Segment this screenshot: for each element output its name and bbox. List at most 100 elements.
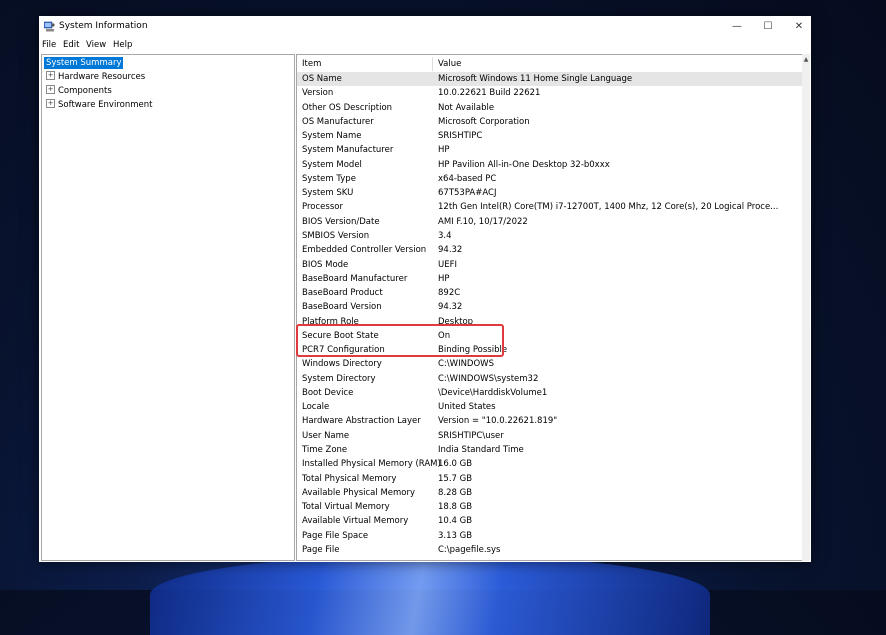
- table-row[interactable]: Processor 12th Gen Intel(R) Core(TM) i7-1…: [297, 200, 802, 214]
- row-value: C:\WINDOWS\system32: [438, 373, 539, 384]
- row-item: Page File Space: [302, 530, 369, 541]
- row-value: AMI F.10, 10/17/2022: [438, 216, 528, 227]
- table-row[interactable]: Version 10.0.22621 Build 22621: [297, 86, 802, 100]
- table-row[interactable]: OS Manufacturer Microsoft Corporation: [297, 115, 802, 129]
- table-row[interactable]: Locale United States: [297, 400, 802, 414]
- table-row[interactable]: Windows Directory C:\WINDOWS: [297, 357, 802, 371]
- details-list: Item Value OS Name Microsoft Windows 11 H…: [296, 54, 803, 561]
- row-item: System Model: [302, 159, 362, 170]
- tree-item-hardware-resources[interactable]: + Hardware Resources: [46, 71, 145, 83]
- close-button[interactable]: ✕: [784, 18, 814, 36]
- table-row[interactable]: System SKU 67T53PA#ACJ: [297, 186, 802, 200]
- table-row[interactable]: Total Virtual Memory 18.8 GB: [297, 500, 802, 514]
- row-value: 8.28 GB: [438, 487, 473, 498]
- tree-item-label: Components: [58, 86, 112, 96]
- row-value: 3.4: [438, 230, 452, 241]
- table-row[interactable]: BIOS Mode UEFI: [297, 258, 802, 272]
- table-row[interactable]: System Manufacturer HP: [297, 143, 802, 157]
- row-item: Available Physical Memory: [302, 487, 416, 498]
- row-value: SRISHTIPC\user: [438, 430, 504, 441]
- row-item: Boot Device: [302, 387, 354, 398]
- title-bar[interactable]: System Information — ☐ ✕: [39, 16, 811, 38]
- menu-help[interactable]: Help: [113, 40, 132, 50]
- row-value: SRISHTIPC: [438, 131, 483, 142]
- row-value: 67T53PA#ACJ: [438, 188, 497, 199]
- table-row[interactable]: Installed Physical Memory (RAM) 16.0 GB: [297, 457, 802, 471]
- row-item: System Type: [302, 173, 356, 184]
- table-row[interactable]: Page File Space 3.13 GB: [297, 529, 802, 543]
- table-row[interactable]: System Name SRISHTIPC: [297, 129, 802, 143]
- row-item: Time Zone: [302, 445, 348, 456]
- table-row[interactable]: OS Name Microsoft Windows 11 Home Single …: [297, 72, 802, 86]
- expand-icon[interactable]: +: [46, 71, 55, 80]
- wallpaper-swirl: [150, 555, 710, 635]
- table-row[interactable]: BIOS Version/Date AMI F.10, 10/17/2022: [297, 215, 802, 229]
- tree-item-system-summary[interactable]: System Summary: [44, 57, 124, 69]
- row-item: Windows Directory: [302, 359, 382, 370]
- column-header-item[interactable]: Item: [302, 59, 321, 69]
- row-value: 10.0.22621 Build 22621: [438, 88, 541, 99]
- expand-icon[interactable]: +: [46, 99, 55, 108]
- row-value: Version = "10.0.22621.819": [438, 416, 558, 427]
- table-row[interactable]: Page File C:\pagefile.sys: [297, 543, 802, 557]
- row-value: 15.7 GB: [438, 473, 473, 484]
- row-item: BaseBoard Manufacturer: [302, 273, 408, 284]
- minimize-button[interactable]: —: [722, 18, 752, 36]
- row-item: Installed Physical Memory (RAM): [302, 459, 441, 470]
- row-item: Version: [302, 88, 334, 99]
- row-item: Embedded Controller Version: [302, 245, 427, 256]
- row-value: India Standard Time: [438, 445, 524, 456]
- tree-item-components[interactable]: + Components: [46, 85, 112, 97]
- menu-view[interactable]: View: [86, 40, 106, 50]
- table-row[interactable]: BaseBoard Manufacturer HP: [297, 272, 802, 286]
- table-row[interactable]: Embedded Controller Version 94.32: [297, 243, 802, 257]
- row-value: United States: [438, 402, 496, 413]
- table-row[interactable]: BaseBoard Product 892C: [297, 286, 802, 300]
- tree-item-label: Hardware Resources: [58, 72, 146, 82]
- row-value: \Device\HarddiskVolume1: [438, 387, 548, 398]
- table-row[interactable]: Available Virtual Memory 10.4 GB: [297, 514, 802, 528]
- row-item: Processor: [302, 202, 343, 213]
- row-item: Hardware Abstraction Layer: [302, 416, 421, 427]
- row-item: User Name: [302, 430, 350, 441]
- row-item: System Manufacturer: [302, 145, 394, 156]
- row-value: Microsoft Windows 11 Home Single Languag…: [438, 74, 633, 84]
- table-row[interactable]: Available Physical Memory 8.28 GB: [297, 486, 802, 500]
- table-row[interactable]: SMBIOS Version 3.4: [297, 229, 802, 243]
- table-row[interactable]: System Model HP Pavilion All-in-One Deskt…: [297, 158, 802, 172]
- expand-icon[interactable]: +: [46, 85, 55, 94]
- table-row[interactable]: Total Physical Memory 15.7 GB: [297, 472, 802, 486]
- row-value: 12th Gen Intel(R) Core(TM) i7-12700T, 14…: [438, 202, 779, 213]
- row-value: 10.4 GB: [438, 516, 473, 527]
- tree-item-software-environment[interactable]: + Software Environment: [46, 99, 152, 111]
- vertical-scrollbar[interactable]: ▲: [802, 54, 810, 561]
- row-value: 16.0 GB: [438, 459, 473, 470]
- row-value: x64-based PC: [438, 173, 497, 184]
- table-row[interactable]: User Name SRISHTIPC\user: [297, 429, 802, 443]
- row-item: Page File: [302, 544, 340, 555]
- row-item: BaseBoard Version: [302, 302, 382, 313]
- table-row[interactable]: BaseBoard Version 94.32: [297, 300, 802, 314]
- row-value: UEFI: [438, 259, 457, 270]
- table-row[interactable]: Other OS Description Not Available: [297, 101, 802, 115]
- row-value: 3.13 GB: [438, 530, 473, 541]
- column-header-value[interactable]: Value: [438, 59, 461, 69]
- maximize-button[interactable]: ☐: [753, 18, 783, 36]
- menu-edit[interactable]: Edit: [63, 40, 79, 50]
- highlight-box: [296, 324, 504, 357]
- row-item: Locale: [302, 402, 330, 413]
- menu-file[interactable]: File: [42, 40, 56, 50]
- table-row[interactable]: Boot Device \Device\HarddiskVolume1: [297, 386, 802, 400]
- row-item: SMBIOS Version: [302, 230, 370, 241]
- table-row[interactable]: Time Zone India Standard Time: [297, 443, 802, 457]
- row-value: 94.32: [438, 245, 463, 256]
- row-item: Total Physical Memory: [302, 473, 397, 484]
- system-information-window: System Information — ☐ ✕ File Edit View …: [39, 16, 811, 562]
- column-divider[interactable]: [432, 57, 433, 71]
- table-row[interactable]: System Directory C:\WINDOWS\system32: [297, 372, 802, 386]
- table-row[interactable]: Hardware Abstraction Layer Version = "10.…: [297, 414, 802, 428]
- row-value: C:\WINDOWS: [438, 359, 494, 370]
- scroll-up-icon[interactable]: ▲: [802, 56, 810, 64]
- row-item: BaseBoard Product: [302, 288, 383, 299]
- table-row[interactable]: System Type x64-based PC: [297, 172, 802, 186]
